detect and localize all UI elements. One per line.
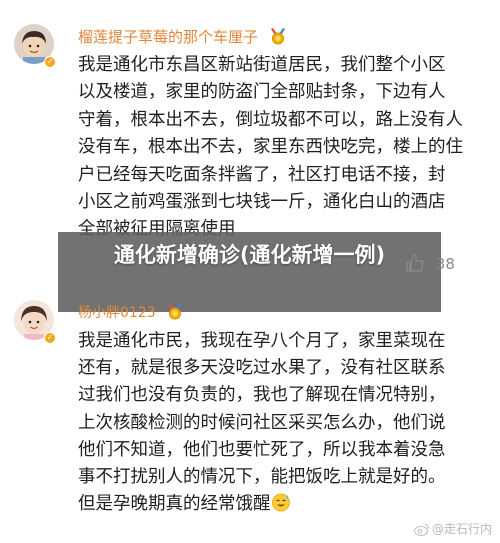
- verified-badge-icon: ✓: [44, 332, 56, 344]
- comment-line: 还有，就是很多天没吃过水果了，没有社区联系: [78, 358, 446, 379]
- medal-badge-icon: [270, 28, 285, 45]
- comment-line-text: 但是孕晚期真的经常饿醒: [78, 494, 271, 515]
- like-button[interactable]: 38: [405, 250, 455, 278]
- comment-line: 守着，根本出不去，倒垃圾都不可以，路上没有人: [78, 109, 463, 130]
- sweat-smile-emoji-icon: [271, 493, 290, 512]
- comment-line-last: 但是孕晚期真的经常饿醒: [78, 491, 490, 518]
- comment-item: ✓ 榴莲提子草莓的那个车厘子 我是通化市东昌区新站街道居民，我们整个小区 以及楼…: [0, 0, 500, 246]
- like-count: 38: [435, 255, 455, 273]
- comment-line: 我是通化市东昌区新站街道居民，我们整个小区: [78, 55, 446, 75]
- comment-line: 户已经每天吃面条拌酱了，社区打电话不接，封: [78, 164, 446, 185]
- comment-item: ✓ 杨小胖0123 我是通化市民，我现在孕八个月了，家里菜现在 还有，就是很多天…: [0, 286, 500, 543]
- comment-text: 我是通化市民，我现在孕八个月了，家里菜现在 还有，就是很多天没吃过水果了，没有社…: [78, 328, 490, 543]
- weibo-logo-icon: [413, 523, 430, 537]
- username[interactable]: 杨小胖0123: [78, 302, 184, 322]
- watermark: @走石行内: [413, 520, 492, 537]
- comment-line: 我是通化市民，我现在孕八个月了，家里菜现在: [78, 331, 446, 351]
- comment-line: 过我们也没有负责的，我也了解现在情况特别，: [78, 385, 446, 406]
- comment-line: 没有车，根本出不去，家里东西快吃完，楼上的住: [78, 137, 463, 158]
- comment-line: 事不打扰别人的情况下，能把饭吃上就是好的。: [78, 467, 446, 488]
- comment-line: 上次核酸检测的时候问社区采买怎么办，他们说: [78, 412, 446, 433]
- medal-badge-icon: [168, 303, 183, 320]
- username-text[interactable]: 杨小胖0123: [78, 305, 156, 321]
- comment-line: 小区之前鸡蛋涨到七块钱一斤，通化白山的酒店: [78, 192, 446, 213]
- username[interactable]: 榴莲提子草莓的那个车厘子: [78, 26, 287, 47]
- comment-line: 以及楼道，家里的防盗门全部贴封条，下边有人: [78, 82, 446, 103]
- comment-line: 他们不知道，他们也要忙死了，所以我本着没急: [78, 439, 446, 460]
- watermark-text: @走石行内: [431, 522, 492, 536]
- verified-badge-icon: ✓: [44, 56, 56, 68]
- comment-text: 我是通化市东昌区新站街道居民，我们整个小区 以及楼道，家里的防盗门全部贴封条，下…: [78, 52, 490, 244]
- thumbs-up-icon: [406, 254, 424, 272]
- username-text[interactable]: 榴莲提子草莓的那个车厘子: [78, 28, 258, 46]
